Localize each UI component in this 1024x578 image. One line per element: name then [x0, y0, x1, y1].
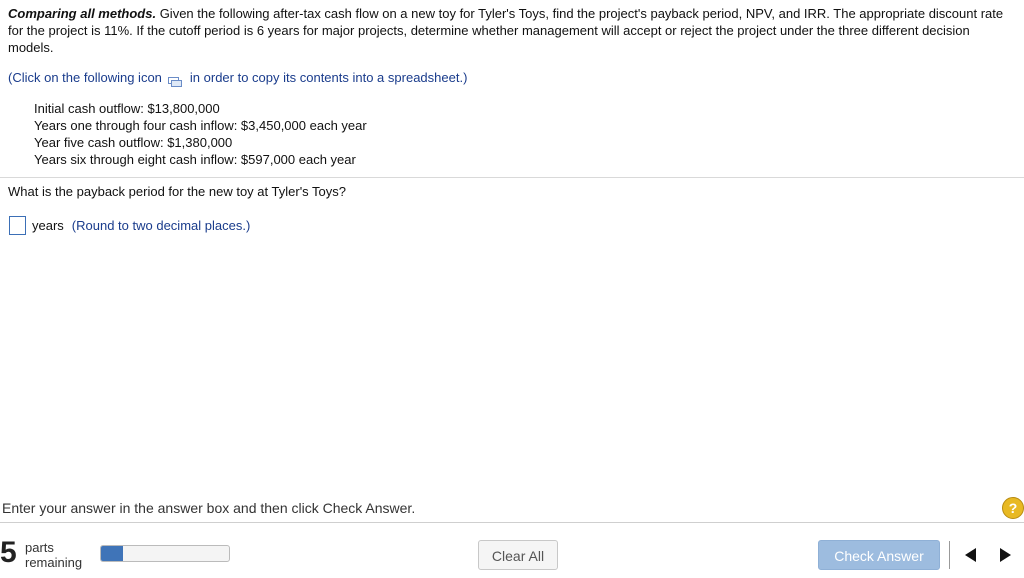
problem-statement: Comparing all methods. Given the followi…	[8, 5, 1008, 56]
parts-remaining-label: parts remaining	[25, 540, 82, 570]
footer-divider	[0, 522, 1024, 523]
given-item: Years six through eight cash inflow: $59…	[34, 152, 356, 167]
progress-fill	[101, 546, 123, 561]
previous-question-button[interactable]	[956, 540, 986, 570]
triangle-left-icon	[965, 548, 976, 562]
answer-units: years	[32, 217, 64, 233]
rounding-hint: (Round to two decimal places.)	[71, 217, 251, 233]
givens-list: Initial cash outflow: $13,800,000 Years …	[34, 100, 367, 168]
triangle-right-icon	[1000, 548, 1011, 562]
next-question-button[interactable]	[990, 540, 1020, 570]
copy-instruction: (Click on the following icon in order to …	[8, 69, 468, 87]
given-item: Years one through four cash inflow: $3,4…	[34, 118, 367, 133]
copy-note-before: (Click on the following icon	[8, 70, 162, 85]
given-item: Initial cash outflow: $13,800,000	[34, 101, 220, 116]
copy-spreadsheet-icon[interactable]	[167, 74, 182, 87]
help-icon[interactable]: ?	[1002, 497, 1024, 519]
answer-input[interactable]	[9, 215, 26, 235]
answer-row: years (Round to two decimal places.)	[9, 214, 250, 236]
clear-all-button[interactable]: Clear All	[478, 540, 558, 570]
progress-bar	[100, 545, 230, 562]
parts-word: parts	[25, 540, 54, 555]
question-text: What is the payback period for the new t…	[8, 184, 347, 199]
check-answer-button[interactable]: Check Answer	[818, 540, 940, 570]
nav-divider	[949, 541, 950, 569]
remaining-word: remaining	[25, 555, 83, 570]
given-item: Year five cash outflow: $1,380,000	[34, 135, 233, 150]
divider	[0, 177, 1024, 178]
instructions-text: Enter your answer in the answer box and …	[2, 500, 416, 516]
parts-count: 5	[0, 536, 17, 569]
copy-note-after: in order to copy its contents into a spr…	[189, 70, 468, 85]
problem-text: Given the following after-tax cash flow …	[8, 6, 1004, 55]
problem-title: Comparing all methods.	[8, 6, 157, 21]
